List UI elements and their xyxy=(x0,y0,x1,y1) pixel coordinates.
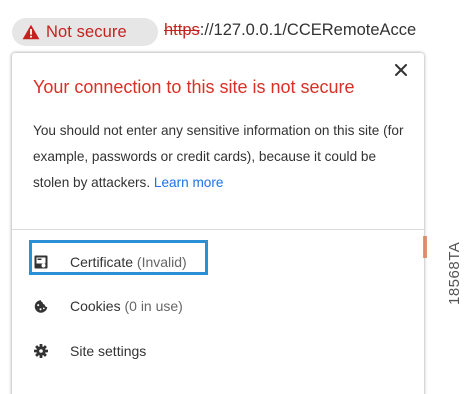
cookies-text: Cookies xyxy=(70,298,121,314)
site-info-popup: Your connection to this site is not secu… xyxy=(12,53,424,394)
site-settings-label: Site settings xyxy=(70,343,147,359)
screen: Not secure https://127.0.0.1/CCERemoteAc… xyxy=(0,0,465,394)
popup-title: Your connection to this site is not secu… xyxy=(33,77,355,97)
security-indicator-chip[interactable]: Not secure xyxy=(12,18,158,46)
site-settings-item[interactable]: Site settings xyxy=(34,339,146,363)
divider xyxy=(12,229,424,230)
url-rest: ://127.0.0.1/CCERemoteAcce xyxy=(199,21,417,39)
cookies-item[interactable]: Cookies (0 in use) xyxy=(34,294,183,318)
popup-description: You should not enter any sensitive infor… xyxy=(33,118,405,196)
background-accent xyxy=(423,236,427,258)
warning-triangle-icon xyxy=(22,24,40,40)
address-bar: Not secure https://127.0.0.1/CCERemoteAc… xyxy=(0,12,430,50)
close-button[interactable] xyxy=(392,63,410,81)
close-icon xyxy=(395,63,407,81)
url-text[interactable]: https://127.0.0.1/CCERemoteAcce xyxy=(164,21,430,40)
url-scheme: https xyxy=(164,21,200,39)
gear-icon xyxy=(34,344,48,358)
not-secure-label: Not secure xyxy=(46,22,127,41)
cookie-icon xyxy=(34,299,48,313)
cookies-label: Cookies (0 in use) xyxy=(70,298,183,314)
cookies-count: (0 in use) xyxy=(124,298,183,314)
learn-more-link[interactable]: Learn more xyxy=(154,175,224,190)
certificate-highlight-box xyxy=(29,240,208,275)
figure-code: 18568TA xyxy=(446,241,463,305)
